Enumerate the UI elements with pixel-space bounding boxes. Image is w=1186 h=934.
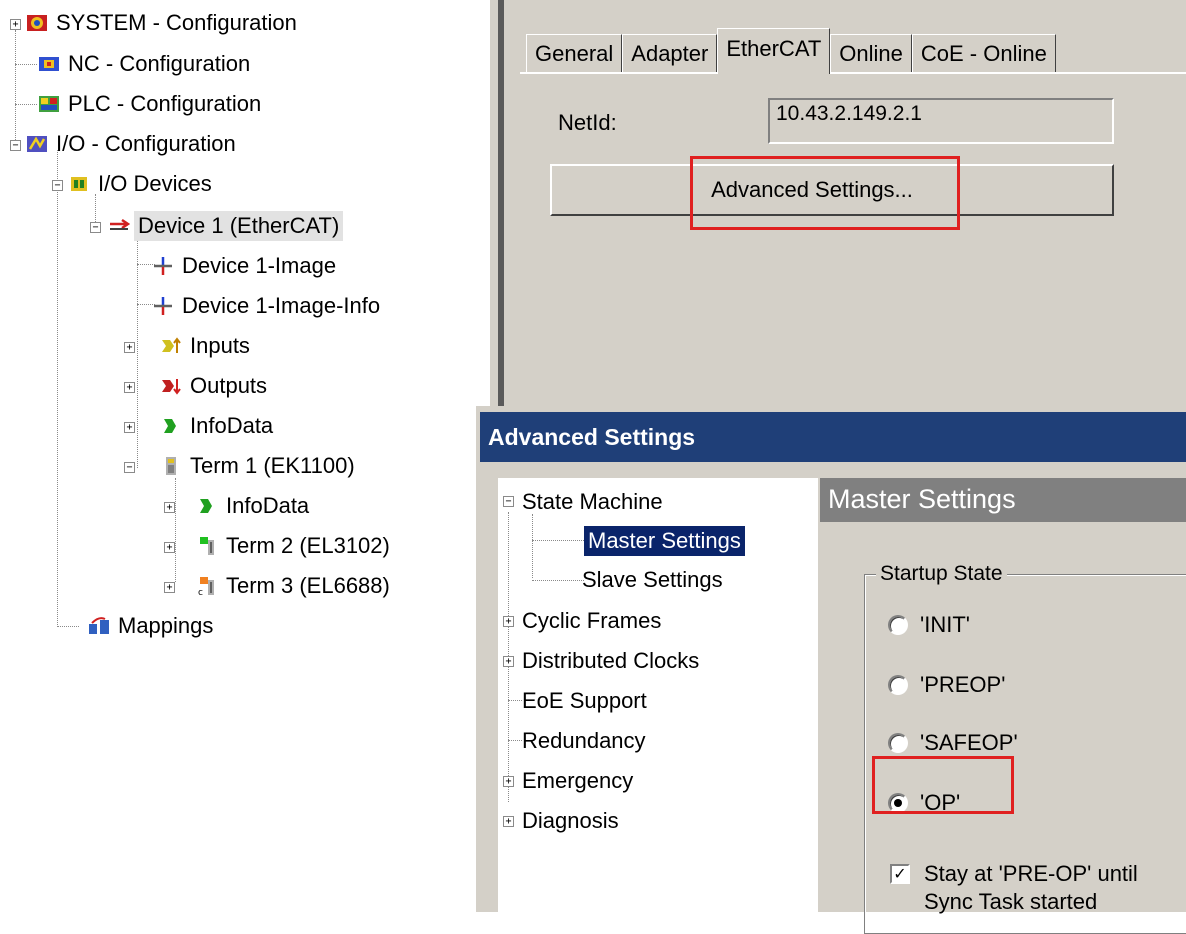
tree-connector (137, 238, 138, 468)
device-tab-strip: General Adapter EtherCAT Online CoE - On… (526, 28, 1056, 74)
dialog-tree-distributed-clocks[interactable]: Distributed Clocks (518, 645, 703, 677)
dialog-tree-emergency[interactable]: Emergency (518, 765, 637, 797)
dialog-tree-state-machine[interactable]: State Machine (518, 486, 667, 518)
collapse-minus-icon[interactable]: − (503, 496, 514, 507)
tree-item-inputs[interactable]: Inputs (160, 330, 254, 362)
tab-online[interactable]: Online (830, 34, 912, 74)
highlight-advanced-settings (690, 156, 960, 230)
stay-preop-checkbox-row[interactable]: ✓ Stay at 'PRE-OP' until Sync Task start… (890, 860, 1138, 916)
tree-connector (532, 540, 584, 541)
expand-plus-icon[interactable]: + (124, 422, 135, 433)
analog-terminal-icon (196, 536, 218, 556)
infodata-icon (196, 496, 218, 516)
stay-preop-label: Stay at 'PRE-OP' until Sync Task started (924, 860, 1138, 916)
expand-plus-icon[interactable]: + (503, 616, 514, 627)
tree-connector (175, 478, 176, 582)
advanced-settings-dialog: Advanced Settings − State Machine Master… (476, 406, 1186, 934)
startup-state-legend: Startup State (876, 562, 1007, 586)
radio-button-icon[interactable] (888, 615, 908, 635)
master-settings-header: Master Settings (820, 478, 1186, 522)
radio-button-icon[interactable] (888, 733, 908, 753)
settings-category-tree: − State Machine Master Settings Slave Se… (498, 478, 818, 912)
tree-item-nc-configuration[interactable]: NC - Configuration (38, 48, 254, 80)
radio-init-label: 'INIT' (920, 612, 970, 637)
highlight-op-option (872, 756, 1014, 814)
radio-preop-label: 'PREOP' (920, 672, 1006, 697)
communication-terminal-icon: c (196, 576, 218, 598)
tree-item-term-3-el6688[interactable]: c Term 3 (EL6688) (196, 570, 394, 602)
nc-config-icon (38, 54, 60, 74)
dialog-tree-diagnosis[interactable]: Diagnosis (518, 805, 623, 837)
infodata-icon (160, 416, 182, 436)
radio-safeop-label: 'SAFEOP' (920, 730, 1018, 755)
tree-item-plc-configuration[interactable]: PLC - Configuration (38, 88, 265, 120)
radio-preop[interactable]: 'PREOP' (888, 670, 1005, 700)
tab-adapter[interactable]: Adapter (622, 34, 718, 74)
tree-item-mappings[interactable]: Mappings (88, 610, 217, 642)
expand-plus-icon[interactable]: + (164, 502, 175, 513)
collapse-minus-icon[interactable]: − (52, 180, 63, 191)
radio-safeop[interactable]: 'SAFEOP' (888, 728, 1018, 758)
process-image-icon (152, 296, 174, 316)
inputs-icon (160, 336, 182, 356)
dialog-tree-cyclic-frames[interactable]: Cyclic Frames (518, 605, 665, 637)
ethercat-device-icon (108, 216, 131, 236)
tree-item-system-configuration[interactable]: SYSTEM - Configuration (26, 7, 301, 39)
process-image-icon (152, 256, 174, 276)
plc-config-icon (38, 94, 60, 114)
io-devices-icon (68, 174, 90, 194)
outputs-icon (160, 376, 182, 396)
expand-plus-icon[interactable]: + (503, 816, 514, 827)
expand-plus-icon[interactable]: + (10, 19, 21, 30)
mappings-icon (88, 616, 110, 636)
dialog-tree-slave-settings[interactable]: Slave Settings (578, 564, 727, 596)
tree-item-io-devices[interactable]: I/O Devices (68, 168, 216, 200)
stay-preop-line1: Stay at 'PRE-OP' until (924, 861, 1138, 886)
radio-init[interactable]: 'INIT' (888, 610, 970, 640)
tree-item-term-1-infodata[interactable]: InfoData (196, 490, 313, 522)
netid-label: NetId: (558, 110, 617, 135)
terminal-coupler-icon (160, 456, 182, 476)
tree-item-device-1-image-info[interactable]: Device 1-Image-Info (152, 290, 384, 322)
io-configuration-tree: + SYSTEM - Configuration NC - Configurat… (0, 0, 486, 912)
dialog-title-bar: Advanced Settings (480, 412, 1186, 462)
tree-item-device-1-image[interactable]: Device 1-Image (152, 250, 340, 282)
tree-item-term-1-ek1100[interactable]: Term 1 (EK1100) (160, 450, 359, 482)
tree-item-term-2-el3102[interactable]: Term 2 (EL3102) (196, 530, 394, 562)
expand-plus-icon[interactable]: + (164, 582, 175, 593)
tree-item-device-1-ethercat[interactable]: Device 1 (EtherCAT) (108, 210, 344, 242)
collapse-minus-icon[interactable]: − (124, 462, 135, 473)
expand-plus-icon[interactable]: + (503, 776, 514, 787)
collapse-minus-icon[interactable]: − (10, 140, 21, 151)
system-config-icon (26, 13, 48, 33)
checkmark-icon[interactable]: ✓ (890, 864, 910, 884)
tree-connector (57, 150, 58, 625)
dialog-tree-eoe-support[interactable]: EoE Support (518, 685, 651, 717)
tree-item-outputs[interactable]: Outputs (160, 370, 271, 402)
tree-connector (15, 64, 37, 65)
tab-ethercat[interactable]: EtherCAT (717, 28, 831, 74)
stay-preop-line2: Sync Task started (924, 889, 1098, 914)
tree-connector (57, 626, 79, 627)
tab-panel-border (520, 72, 1186, 74)
tree-connector (15, 104, 37, 105)
tree-connector (15, 30, 16, 142)
collapse-minus-icon[interactable]: − (90, 222, 101, 233)
tree-item-io-configuration[interactable]: I/O - Configuration (26, 128, 240, 160)
tree-connector (532, 580, 584, 581)
io-config-icon (26, 134, 48, 154)
svg-text:c: c (198, 588, 203, 596)
tree-item-infodata[interactable]: InfoData (160, 410, 277, 442)
expand-plus-icon[interactable]: + (164, 542, 175, 553)
tab-general[interactable]: General (526, 34, 623, 74)
netid-field[interactable]: 10.43.2.149.2.1 (768, 98, 1114, 144)
expand-plus-icon[interactable]: + (124, 382, 135, 393)
tab-coe-online[interactable]: CoE - Online (911, 34, 1056, 74)
dialog-tree-master-settings[interactable]: Master Settings (584, 525, 745, 557)
expand-plus-icon[interactable]: + (124, 342, 135, 353)
dialog-tree-redundancy[interactable]: Redundancy (518, 725, 650, 757)
tree-connector (532, 514, 533, 578)
radio-button-icon[interactable] (888, 675, 908, 695)
expand-plus-icon[interactable]: + (503, 656, 514, 667)
